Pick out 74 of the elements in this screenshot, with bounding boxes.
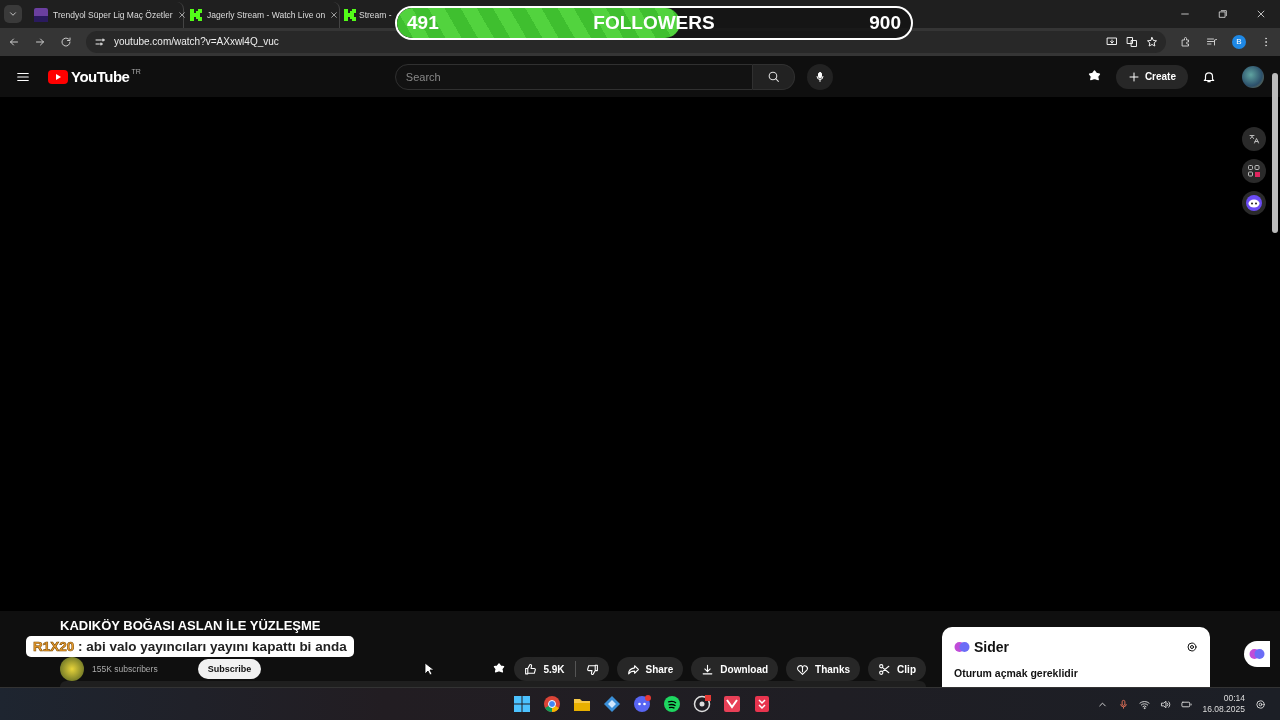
windows-logo-icon (513, 695, 531, 714)
share-arrow-icon (626, 662, 640, 676)
profile-avatar[interactable]: B (1232, 34, 1246, 49)
plus-icon (1127, 70, 1140, 83)
clock-time[interactable]: 00:14 (1223, 693, 1245, 705)
diamond-grid-icon (603, 695, 621, 714)
thumbs-up-icon (524, 662, 538, 676)
assistant-button[interactable] (1242, 190, 1266, 215)
close-icon[interactable] (1256, 9, 1266, 19)
record-circle-icon (693, 695, 711, 714)
spotify-icon (663, 695, 681, 714)
search-button[interactable] (752, 63, 795, 90)
back-arrow-icon[interactable] (8, 35, 20, 48)
account-avatar[interactable] (1242, 65, 1264, 88)
clock-date[interactable]: 16.08.2025 (1202, 704, 1245, 716)
settings-icon[interactable] (1186, 641, 1198, 654)
tab-search-button[interactable] (4, 5, 22, 23)
tab-title: Trendyol Süper Lig Maç Özetler (53, 10, 173, 20)
tab-title: Stream - (359, 10, 392, 20)
speaker-icon[interactable] (1160, 698, 1172, 710)
download-icon (701, 662, 715, 676)
heart-dollar-icon (796, 662, 810, 676)
download-button[interactable]: Download (691, 657, 779, 682)
k-logo-icon (190, 9, 202, 21)
close-icon (177, 11, 186, 19)
thanks-button[interactable]: Thanks (786, 657, 861, 682)
browser-tab[interactable]: Stream - (340, 2, 392, 28)
media-queue-icon[interactable] (1206, 35, 1218, 48)
tab-title: Jagerly Stream - Watch Live on (207, 10, 326, 20)
translate-icon[interactable] (1126, 35, 1138, 48)
k-logo-icon (344, 9, 356, 21)
reload-icon[interactable] (60, 35, 72, 48)
subscriber-count: 155K subscribers (92, 664, 158, 675)
create-button[interactable]: Create (1115, 64, 1188, 89)
sider-title: Sider (974, 639, 1009, 656)
chevron-down-icon (8, 9, 18, 19)
close-icon (330, 11, 339, 19)
clip-button[interactable]: Clip (868, 657, 926, 682)
channel-avatar[interactable] (60, 657, 84, 682)
v-logo-icon (723, 695, 741, 714)
translate-icon (1248, 132, 1260, 145)
bell-icon[interactable] (1202, 69, 1216, 84)
microphone-icon (813, 70, 826, 83)
scissors-icon (878, 662, 892, 676)
chat-username: R1X20 (33, 639, 75, 654)
share-button[interactable]: Share (616, 657, 684, 682)
forward-arrow-icon[interactable] (34, 35, 46, 48)
chat-text: : abi valo yayıncıları yayını kapattı bi anda (77, 639, 347, 654)
robot-face-icon (1246, 194, 1262, 211)
notification-icon[interactable] (1255, 698, 1266, 710)
restore-icon[interactable] (1218, 9, 1228, 19)
chat-bubble-icon (633, 695, 651, 714)
mouse-cursor-icon (424, 662, 434, 676)
microphone-icon[interactable] (1118, 698, 1130, 710)
download-arrows-icon (753, 695, 771, 714)
video-title: KADIKÖY BOĞASI ASLAN İLE YÜZLEŞME (60, 618, 322, 634)
search-icon (766, 70, 780, 84)
voice-search-button[interactable] (806, 63, 833, 90)
thumbs-down-icon (585, 662, 599, 676)
star-icon[interactable] (1146, 35, 1158, 48)
chrome-icon (543, 695, 561, 714)
translate-button[interactable] (1242, 126, 1266, 151)
sider-launcher-button[interactable] (1244, 641, 1270, 668)
sign-in-message: Oturum açmak gereklidir (954, 667, 1079, 680)
scrollbar-thumb[interactable] (1272, 72, 1278, 233)
url-text: youtube.com/watch?v=AXxwl4Q_vuc (114, 36, 280, 48)
tab-favicon-icon (34, 8, 48, 22)
search-field[interactable]: Search (394, 63, 753, 90)
apps-icon (1248, 164, 1260, 177)
extensions-icon[interactable] (1180, 35, 1192, 48)
wifi-icon[interactable] (1139, 698, 1151, 710)
install-icon[interactable] (1106, 35, 1118, 48)
apps-button[interactable] (1242, 158, 1266, 183)
subscribe-button[interactable]: Subscribe (197, 659, 262, 680)
